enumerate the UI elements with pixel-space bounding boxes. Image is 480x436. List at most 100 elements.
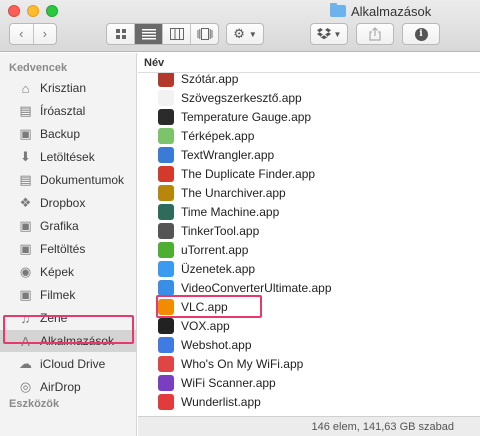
home-icon: ⌂	[21, 80, 30, 96]
sidebar-header-favorites: Kedvencek	[9, 62, 68, 74]
file-name: Szövegszerkesztő.app	[181, 90, 302, 105]
file-name: uTorrent.app	[181, 242, 249, 257]
file-name: WiFi Scanner.app	[181, 375, 276, 390]
sidebar-item-képek[interactable]: ◉ Képek	[0, 261, 137, 283]
list-item[interactable]: WiFi Scanner.app	[138, 373, 480, 392]
gear-icon: ⚙	[233, 26, 245, 41]
tinkertool-icon	[158, 222, 174, 239]
wunderlist-icon	[158, 393, 174, 410]
file-name: VideoConverterUltimate.app	[181, 280, 332, 295]
maps-icon	[158, 127, 174, 144]
share-button[interactable]	[356, 23, 394, 45]
sidebar-item-label: Képek	[40, 265, 75, 279]
camera-icon: ◉	[19, 264, 32, 279]
sidebar-item-label: AirDrop	[40, 380, 81, 394]
list-item[interactable]: TinkerTool.app	[138, 221, 480, 240]
dropbox-icon: ❖	[19, 195, 32, 210]
back-button[interactable]: ‹	[10, 24, 33, 44]
minimize-button[interactable]	[27, 5, 39, 17]
list-item[interactable]: Temperature Gauge.app	[138, 107, 480, 126]
icon-view-icon	[115, 29, 126, 39]
list-view-icon	[141, 29, 156, 40]
list-item[interactable]: Szövegszerkesztő.app	[138, 88, 480, 107]
list-item[interactable]: VOX.app	[138, 316, 480, 335]
film-icon: ▣	[19, 287, 32, 302]
cloud-icon: ☁	[19, 356, 32, 371]
wifi-icon	[158, 355, 174, 372]
sidebar-item-krisztian[interactable]: ⌂ Krisztian	[0, 77, 137, 99]
close-button[interactable]	[8, 5, 20, 17]
zoom-button[interactable]	[46, 5, 58, 17]
file-name: VOX.app	[181, 318, 230, 333]
sidebar-header-devices: Eszközök	[9, 398, 60, 410]
sidebar-item-backup[interactable]: ▣ Backup	[0, 123, 137, 145]
file-name: Wunderlist.app	[181, 394, 261, 409]
list-item[interactable]: Térképek.app	[138, 126, 480, 145]
list-item[interactable]: The Duplicate Finder.app	[138, 164, 480, 183]
webshot-icon	[158, 336, 174, 353]
column-header-name[interactable]: Név	[138, 53, 480, 73]
time-machine-icon	[158, 203, 174, 220]
folder-icon: ▣	[19, 218, 32, 233]
duplicate-finder-icon	[158, 165, 174, 182]
window-title-text: Alkalmazások	[351, 3, 432, 19]
download-icon: ⬇	[20, 149, 31, 164]
list-item[interactable]: Webshot.app	[138, 335, 480, 354]
file-list: Név Szótár.app Szövegszerkesztő.app Temper…	[138, 53, 480, 416]
sidebar-item-íróasztal[interactable]: ▤ Íróasztal	[0, 100, 137, 122]
finder-window: Alkalmazások ‹ › ⚙ ▼ ▼ i Kedvencek ⌂ Kri…	[0, 0, 480, 436]
sidebar-item-dokumentumok[interactable]: ▤ Dokumentumok	[0, 169, 137, 191]
file-name: Üzenetek.app	[181, 261, 256, 276]
list-item[interactable]: Time Machine.app	[138, 202, 480, 221]
sidebar-item-label: Backup	[40, 127, 81, 141]
navigation-buttons: ‹ ›	[9, 23, 57, 45]
sidebar-item-icloud-drive[interactable]: ☁ iCloud Drive	[0, 353, 137, 375]
textwrangler-icon	[158, 146, 174, 163]
sidebar-item-label: Filmek	[40, 288, 76, 302]
column-view-button[interactable]	[162, 24, 190, 44]
sidebar-item-letöltések[interactable]: ⬇ Letöltések	[0, 146, 137, 168]
list-item[interactable]: TextWrangler.app	[138, 145, 480, 164]
coverflow-view-button[interactable]	[190, 24, 218, 44]
file-name: Who's On My WiFi.app	[181, 356, 304, 371]
sidebar-item-feltöltés[interactable]: ▣ Feltöltés	[0, 238, 137, 260]
list-item[interactable]: uTorrent.app	[138, 240, 480, 259]
sidebar-item-label: Feltöltés	[40, 242, 86, 256]
sidebar-item-label: Íróasztal	[40, 104, 86, 118]
sidebar-item-label: Grafika	[40, 219, 79, 233]
file-name: TextWrangler.app	[181, 147, 275, 162]
share-icon	[369, 27, 381, 41]
video-converter-icon	[158, 279, 174, 296]
dropbox-icon	[316, 28, 331, 40]
list-item[interactable]: Wunderlist.app	[138, 392, 480, 411]
column-view-icon	[169, 28, 184, 40]
info-button[interactable]: i	[402, 23, 440, 45]
folder-icon: ▣	[19, 241, 32, 256]
sidebar-highlight-box	[3, 315, 134, 344]
action-menu-button[interactable]: ⚙ ▼	[226, 23, 264, 45]
textedit-icon	[158, 89, 174, 106]
coverflow-view-icon	[197, 28, 212, 40]
info-icon: i	[414, 27, 428, 41]
vlc-highlight-box	[156, 295, 262, 318]
gauge-icon	[158, 108, 174, 125]
file-name: The Unarchiver.app	[181, 185, 286, 200]
forward-button[interactable]: ›	[32, 24, 57, 44]
sidebar-item-dropbox[interactable]: ❖ Dropbox	[0, 192, 137, 214]
sidebar-item-grafika[interactable]: ▣ Grafika	[0, 215, 137, 237]
sidebar-item-filmek[interactable]: ▣ Filmek	[0, 284, 137, 306]
window-title: Alkalmazások	[330, 3, 431, 19]
icon-view-button[interactable]	[107, 24, 134, 44]
list-view-button[interactable]	[134, 24, 162, 44]
list-item[interactable]: Who's On My WiFi.app	[138, 354, 480, 373]
chevron-down-icon: ▼	[333, 29, 342, 39]
sidebar-item-label: Dokumentumok	[40, 173, 125, 187]
file-name: TinkerTool.app	[181, 223, 260, 238]
sidebar-item-label: Krisztian	[40, 81, 87, 95]
chevron-down-icon: ▼	[248, 29, 257, 39]
dropbox-button[interactable]: ▼	[310, 23, 348, 45]
sidebar-item-label: Dropbox	[40, 196, 86, 210]
list-item[interactable]: Üzenetek.app	[138, 259, 480, 278]
unarchiver-icon	[158, 184, 174, 201]
list-item[interactable]: The Unarchiver.app	[138, 183, 480, 202]
